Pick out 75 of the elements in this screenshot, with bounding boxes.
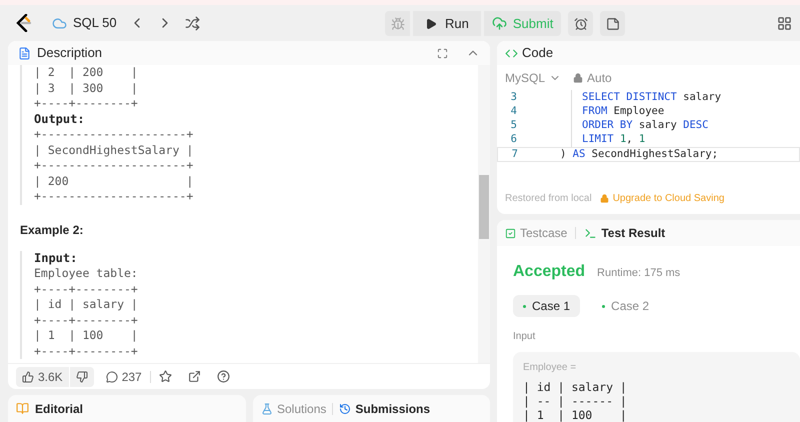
lock-icon bbox=[573, 73, 584, 83]
layout-icon[interactable] bbox=[777, 16, 792, 30]
code-line: SELECT DISTINCT salary bbox=[571, 90, 722, 106]
runtime-text: Runtime: 175 ms bbox=[597, 266, 680, 281]
panel-tab[interactable]: Submissions bbox=[339, 400, 430, 418]
alarm-clock-icon bbox=[574, 16, 588, 30]
output-label: Input: bbox=[34, 250, 78, 266]
code-line: ) AS SecondHighestSalary; bbox=[560, 146, 718, 162]
example-text-line: | id | salary | bbox=[34, 297, 138, 312]
code-tab[interactable]: Code bbox=[522, 43, 554, 63]
timer-button[interactable] bbox=[568, 11, 594, 36]
notes-button[interactable] bbox=[600, 11, 626, 36]
comment-icon bbox=[106, 370, 118, 382]
maximize-icon[interactable] bbox=[437, 48, 448, 58]
output-label: Output: bbox=[34, 112, 85, 127]
example-text-line: +----+--------+ bbox=[34, 344, 138, 359]
example-text-line: | 200 | bbox=[34, 174, 194, 189]
share-icon[interactable] bbox=[188, 370, 201, 383]
comments-button[interactable]: 237 bbox=[106, 368, 142, 386]
line-number: 4 bbox=[510, 104, 518, 120]
thumbs-down-icon bbox=[76, 370, 88, 382]
example-heading: Example 2: bbox=[20, 222, 84, 238]
problem-list-button[interactable]: SQL 50 bbox=[52, 13, 117, 33]
example-text-line: +---------------------+ bbox=[34, 158, 194, 174]
run-button[interactable]: Run bbox=[413, 11, 481, 36]
terminal-icon bbox=[584, 226, 598, 240]
line-number: 3 bbox=[510, 90, 518, 106]
code-line: ORDER BY salary DESC bbox=[571, 118, 708, 134]
like-button[interactable]: 3.6K bbox=[16, 366, 69, 386]
code-line: FROM Employee bbox=[571, 104, 664, 120]
description-tab[interactable]: Description bbox=[37, 43, 102, 63]
play-icon bbox=[425, 18, 437, 30]
lock-icon bbox=[600, 194, 609, 203]
example-text-line: +---------------------+ bbox=[34, 189, 194, 204]
example-text-line: | 2 | 200 | bbox=[34, 65, 138, 80]
example-text-line: +---------------------+ bbox=[34, 127, 194, 142]
line-number: 6 bbox=[510, 132, 518, 148]
cloud-icon bbox=[52, 16, 67, 30]
example-text-line: +----+--------+ bbox=[34, 312, 138, 328]
scrollbar[interactable] bbox=[478, 65, 490, 363]
example-text-line: | 1 | 100 | bbox=[34, 328, 138, 344]
code-icon bbox=[505, 46, 518, 60]
editorial-tab[interactable]: Editorial bbox=[35, 400, 84, 418]
example-text-line: | 3 | 300 | bbox=[34, 80, 138, 96]
line-number: 5 bbox=[510, 118, 518, 134]
document-icon bbox=[18, 46, 31, 60]
help-icon[interactable] bbox=[216, 370, 230, 383]
variable-name: Employee = bbox=[523, 361, 576, 375]
table-line: | 1 | 100 | bbox=[523, 408, 627, 422]
example-text-line: +----+--------+ bbox=[34, 96, 138, 112]
restored-note: Restored from local bbox=[505, 192, 592, 206]
input-label: Input bbox=[512, 330, 536, 344]
star-icon[interactable] bbox=[158, 370, 172, 383]
example-text-line: Employee table: bbox=[34, 266, 138, 282]
line-number: 7 bbox=[510, 146, 519, 162]
result-tab[interactable]: Test Result bbox=[584, 224, 666, 242]
cloud-upload-icon bbox=[492, 16, 507, 31]
book-icon bbox=[16, 402, 29, 415]
status-text: Accepted bbox=[513, 262, 586, 282]
example-text-line: +----+--------+ bbox=[34, 282, 138, 297]
code-line: LIMIT 1, 1 bbox=[571, 132, 646, 148]
editorial-panel[interactable]: Editorial bbox=[8, 395, 246, 422]
case-tab[interactable]: Case 1 bbox=[513, 295, 580, 317]
history-icon bbox=[339, 402, 352, 414]
checkbox-icon bbox=[505, 228, 516, 238]
example-text-line: | SecondHighestSalary | bbox=[34, 142, 194, 158]
flask-icon bbox=[261, 402, 273, 414]
thumbs-up-icon bbox=[22, 370, 34, 382]
bug-icon bbox=[390, 16, 404, 30]
logo-icon[interactable] bbox=[16, 14, 32, 32]
table-line: | -- | ------ | bbox=[523, 394, 627, 408]
shuffle-icon[interactable] bbox=[184, 16, 200, 30]
note-icon bbox=[606, 16, 620, 30]
dislike-button[interactable] bbox=[68, 366, 94, 386]
table-line: | id | salary | bbox=[523, 380, 627, 394]
